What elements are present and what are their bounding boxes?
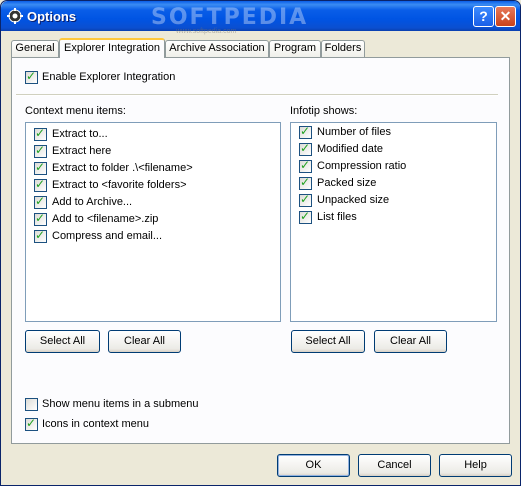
context-clear-all-button[interactable]: Clear All xyxy=(108,330,181,353)
list-item[interactable]: Extract to folder .\<filename> xyxy=(52,162,193,174)
context-item-checkbox[interactable] xyxy=(34,143,47,158)
infotip-select-all-button[interactable]: Select All xyxy=(291,330,365,353)
context-item-checkbox[interactable] xyxy=(34,194,47,209)
tab-folders[interactable]: Folders xyxy=(321,40,365,57)
context-item-checkbox[interactable] xyxy=(34,126,47,141)
tab-program[interactable]: Program xyxy=(269,40,321,57)
infotip-item-checkbox[interactable] xyxy=(299,158,312,173)
enable-integration-checkbox[interactable] xyxy=(25,69,38,84)
list-item[interactable]: Extract to... xyxy=(52,128,108,140)
help-title-button[interactable]: ? xyxy=(473,6,494,27)
infotip-item-checkbox[interactable] xyxy=(299,192,312,207)
options-window: Options SOFTPEDIA www.softpedia.com ? ✕ … xyxy=(0,0,521,486)
list-item[interactable]: Extract here xyxy=(52,145,111,157)
infotip-item-checkbox[interactable] xyxy=(299,209,312,224)
infotip-label: Infotip shows: xyxy=(290,105,358,117)
close-button[interactable]: ✕ xyxy=(495,6,516,27)
enable-integration-label: Enable Explorer Integration xyxy=(42,71,176,83)
window-title: Options xyxy=(27,9,77,24)
list-item[interactable]: Compression ratio xyxy=(317,160,406,172)
title-bar[interactable]: Options SOFTPEDIA www.softpedia.com ? ✕ xyxy=(1,1,520,35)
submenu-label: Show menu items in a submenu xyxy=(42,398,199,410)
tab-explorer-integration[interactable]: Explorer Integration xyxy=(59,38,165,58)
list-item[interactable]: Add to Archive... xyxy=(52,196,132,208)
list-item[interactable]: Add to <filename>.zip xyxy=(52,213,158,225)
context-item-checkbox[interactable] xyxy=(34,211,47,226)
watermark: SOFTPEDIA xyxy=(151,5,309,30)
context-item-checkbox[interactable] xyxy=(34,160,47,175)
list-item[interactable]: Extract to <favorite folders> xyxy=(52,179,187,191)
context-menu-label: Context menu items: xyxy=(25,105,126,117)
infotip-clear-all-button[interactable]: Clear All xyxy=(374,330,447,353)
separator xyxy=(16,94,498,96)
submenu-checkbox[interactable] xyxy=(25,398,38,411)
tab-general[interactable]: General xyxy=(11,40,59,57)
list-item[interactable]: Packed size xyxy=(317,177,376,189)
infotip-item-checkbox[interactable] xyxy=(299,175,312,190)
gear-icon xyxy=(7,8,23,24)
infotip-list[interactable]: Number of files Modified date Compressio… xyxy=(290,122,497,322)
infotip-item-checkbox[interactable] xyxy=(299,141,312,156)
tab-archive-association[interactable]: Archive Association xyxy=(165,40,269,57)
watermark-url: www.softpedia.com xyxy=(176,28,237,35)
help-button[interactable]: Help xyxy=(439,454,512,477)
list-item[interactable]: Unpacked size xyxy=(317,194,389,206)
icons-label: Icons in context menu xyxy=(42,418,150,430)
context-select-all-button[interactable]: Select All xyxy=(25,330,100,353)
context-item-checkbox[interactable] xyxy=(34,177,47,192)
infotip-item-checkbox[interactable] xyxy=(299,124,312,139)
context-item-checkbox[interactable] xyxy=(34,228,47,243)
list-item[interactable]: Number of files xyxy=(317,126,391,138)
cancel-button[interactable]: Cancel xyxy=(358,454,431,477)
ok-button[interactable]: OK xyxy=(277,454,350,477)
icons-checkbox[interactable] xyxy=(25,416,38,431)
list-item[interactable]: Modified date xyxy=(317,143,383,155)
context-menu-list[interactable]: Extract to... Extract here Extract to fo… xyxy=(25,122,281,322)
list-item[interactable]: Compress and email... xyxy=(52,230,162,242)
list-item[interactable]: List files xyxy=(317,211,357,223)
